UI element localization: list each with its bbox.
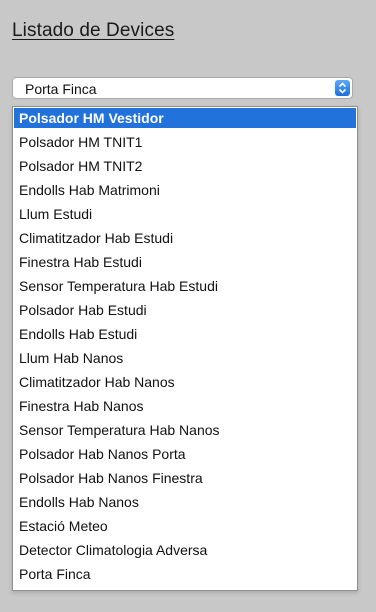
dropdown-option[interactable]: Sensor Temperatura Hab Estudi [14,276,356,296]
dropdown-option[interactable]: Endolls Hab Matrimoni [14,180,356,200]
dropdown-option[interactable]: Llum Hab Nanos [14,348,356,368]
dropdown-option[interactable]: Detector Climatologia Adversa [14,540,356,560]
device-select[interactable]: Porta Finca [12,77,353,99]
dropdown-option[interactable]: Polsador HM TNIT1 [14,132,356,152]
dropdown-option[interactable]: Polsador Hab Nanos Finestra [14,468,356,488]
dropdown-option[interactable]: Polsador HM TNIT2 [14,156,356,176]
select-current-value: Porta Finca [25,81,97,97]
dropdown-option[interactable]: Porta Finca [14,564,356,584]
dropdown-option[interactable]: Polsador HM Vestidor [14,108,356,128]
dropdown-option[interactable]: Finestra Hab Estudi [14,252,356,272]
dropdown-option[interactable]: Climatitzador Hab Estudi [14,228,356,248]
page-title: Listado de Devices [12,20,175,41]
dropdown-option[interactable]: Estació Meteo [14,516,356,536]
dropdown-option[interactable]: Endolls Hab Nanos [14,492,356,512]
dropdown-option[interactable]: Finestra Hab Nanos [14,396,356,416]
dropdown-option[interactable]: Sensor Temperatura Hab Nanos [14,420,356,440]
chevron-up-down-icon [335,80,350,96]
dropdown-option[interactable]: Llum Estudi [14,204,356,224]
device-dropdown-list[interactable]: Polsador HM Vestidor Polsador HM TNIT1 Pol… [12,106,358,591]
dropdown-option[interactable]: Polsador Hab Estudi [14,300,356,320]
dropdown-option[interactable]: Climatitzador Hab Nanos [14,372,356,392]
dropdown-option[interactable]: Polsador Hab Nanos Porta [14,444,356,464]
dropdown-option[interactable]: Endolls Hab Estudi [14,324,356,344]
